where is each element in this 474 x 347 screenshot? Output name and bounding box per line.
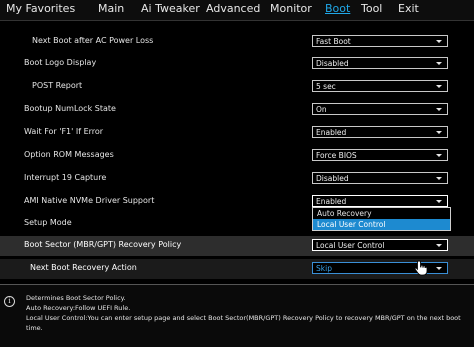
setting-dropdown[interactable]: Enabled — [312, 126, 448, 138]
setting-label: Setup Mode — [24, 218, 72, 227]
setting-row[interactable]: Bootup NumLock State On — [0, 100, 474, 120]
setting-label: Next Boot after AC Power Loss — [32, 36, 154, 45]
dropdown-arrow-icon — [436, 85, 442, 88]
setting-row[interactable]: POST Report 5 sec — [0, 77, 474, 97]
setting-row[interactable]: Option ROM Messages Force BIOS — [0, 146, 474, 166]
dropdown-arrow-icon — [436, 177, 442, 180]
setting-row[interactable]: Next Boot after AC Power Loss Fast Boot — [0, 32, 474, 52]
dropdown-value: Enabled — [316, 197, 347, 206]
setting-dropdown[interactable]: On — [312, 103, 448, 115]
popup-option-local-user-control[interactable]: Local User Control — [313, 219, 450, 230]
setting-dropdown[interactable]: Disabled — [312, 57, 448, 69]
dropdown-arrow-icon — [436, 108, 442, 111]
setting-row-selected[interactable]: Boot Sector (MBR/GPT) Recovery Policy Lo… — [0, 236, 474, 256]
dropdown-value: Enabled — [316, 128, 347, 137]
setting-label: Boot Logo Display — [24, 58, 97, 67]
tab-tool[interactable]: Tool — [361, 2, 382, 15]
dropdown-arrow-icon — [436, 131, 442, 134]
help-line: Local User Control:You can enter setup p… — [26, 314, 461, 322]
hand-pointer-icon — [414, 260, 428, 276]
help-line: Auto Recovery:Follow UEFI Rule. — [26, 304, 131, 312]
setting-label: Option ROM Messages — [24, 150, 114, 159]
setting-dropdown[interactable]: Force BIOS — [312, 149, 448, 161]
dropdown-value: Force BIOS — [316, 151, 357, 160]
setting-row[interactable]: Boot Logo Display Disabled — [0, 54, 474, 74]
tab-monitor[interactable]: Monitor — [270, 2, 312, 15]
popup-option-auto-recovery[interactable]: Auto Recovery — [313, 208, 450, 219]
help-line: Determines Boot Sector Policy. — [26, 294, 126, 302]
help-line: time. — [26, 324, 43, 332]
dropdown-value: Fast Boot — [316, 37, 351, 46]
dropdown-value: Skip — [316, 264, 332, 273]
tab-main[interactable]: Main — [98, 2, 124, 15]
setting-label: Bootup NumLock State — [24, 104, 116, 113]
setting-label: Interrupt 19 Capture — [24, 173, 107, 182]
dropdown-value: Disabled — [316, 174, 349, 183]
top-tab-bar: My Favorites Main Ai Tweaker Advanced Mo… — [0, 0, 474, 21]
setting-row[interactable]: Wait For 'F1' If Error Enabled — [0, 123, 474, 143]
tab-ai-tweaker[interactable]: Ai Tweaker — [141, 2, 200, 15]
setting-label: Boot Sector (MBR/GPT) Recovery Policy — [24, 240, 182, 249]
setting-row[interactable]: Interrupt 19 Capture Disabled — [0, 169, 474, 189]
setting-label: AMI Native NVMe Driver Support — [24, 196, 155, 205]
setting-dropdown[interactable]: 5 sec — [312, 80, 448, 92]
setting-row[interactable]: Next Boot Recovery Action Skip — [0, 259, 474, 279]
dropdown-value: Disabled — [316, 59, 349, 68]
dropdown-arrow-icon — [436, 244, 442, 247]
tab-my-favorites[interactable]: My Favorites — [6, 2, 75, 15]
dropdown-arrow-icon — [436, 267, 442, 270]
setting-label: Wait For 'F1' If Error — [24, 127, 104, 136]
setup-mode-options-popup: Auto Recovery Local User Control — [312, 207, 451, 231]
setting-dropdown[interactable]: Disabled — [312, 172, 448, 184]
setting-dropdown[interactable]: Fast Boot — [312, 35, 448, 47]
dropdown-arrow-icon — [436, 62, 442, 65]
tab-advanced[interactable]: Advanced — [206, 2, 260, 15]
dropdown-arrow-icon — [436, 200, 442, 203]
tab-boot[interactable]: Boot — [325, 2, 350, 15]
dropdown-arrow-icon — [436, 40, 442, 43]
dropdown-value: 5 sec — [316, 82, 336, 91]
info-icon: i — [4, 296, 15, 307]
dropdown-arrow-icon — [436, 154, 442, 157]
setting-label: POST Report — [32, 81, 83, 90]
setting-dropdown[interactable]: Enabled — [312, 195, 448, 207]
dropdown-value: On — [316, 105, 327, 114]
setting-dropdown[interactable]: Local User Control — [312, 239, 448, 251]
setting-label: Next Boot Recovery Action — [30, 263, 137, 272]
dropdown-value: Local User Control — [316, 241, 385, 250]
help-panel: i Determines Boot Sector Policy. Auto Re… — [0, 284, 474, 347]
tab-exit[interactable]: Exit — [398, 2, 419, 15]
